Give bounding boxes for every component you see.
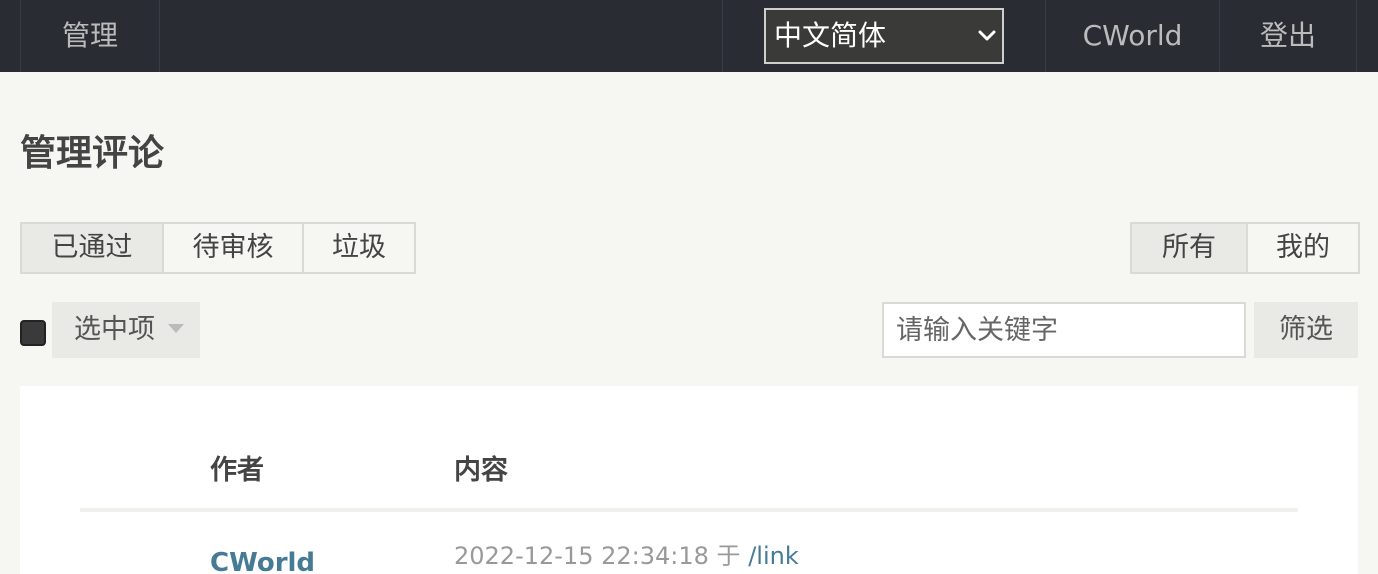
tab-spam[interactable]: 垃圾 [302,224,414,272]
chevron-down-icon [978,30,996,41]
comment-author-link[interactable]: CWorld [210,548,315,574]
filter-button[interactable]: 筛选 [1254,302,1358,358]
language-select-value: 中文简体 [774,19,887,52]
top-nav: 管理 中文简体 CWorld 登出 [0,0,1378,72]
comment-post-link[interactable]: /link [748,542,799,570]
tab-mine[interactable]: 我的 [1246,224,1358,272]
status-tabs: 已通过 待审核 垃圾 [20,222,416,274]
table-header-divider [80,508,1298,512]
nav-user-link[interactable]: CWorld [1045,0,1220,72]
comment-date: 2022-12-15 22:34:18 [454,542,709,570]
column-header-author: 作者 [210,455,264,486]
column-header-content: 内容 [454,455,508,486]
comment-meta: 2022-12-15 22:34:18 于 /link [454,536,799,571]
page-title: 管理评论 [20,133,165,174]
tab-all[interactable]: 所有 [1132,224,1246,272]
comments-table: 作者 内容 CWorld 2022-12-15 22:34:18 于 /link [20,386,1358,574]
scope-tabs: 所有 我的 [1130,222,1360,274]
bulk-actions-button[interactable]: 选中项 [52,302,200,358]
search-input[interactable] [882,302,1246,358]
comment-at-label: 于 [716,542,741,570]
tab-waiting[interactable]: 待审核 [162,224,302,272]
bulk-actions-label: 选中项 [74,314,155,345]
nav-logout-link[interactable]: 登出 [1219,0,1357,72]
select-all-checkbox[interactable] [20,320,46,346]
nav-admin-link[interactable]: 管理 [20,0,160,72]
caret-down-icon [168,324,184,333]
language-select[interactable]: 中文简体 [764,8,1004,64]
tab-approved[interactable]: 已通过 [22,224,162,272]
